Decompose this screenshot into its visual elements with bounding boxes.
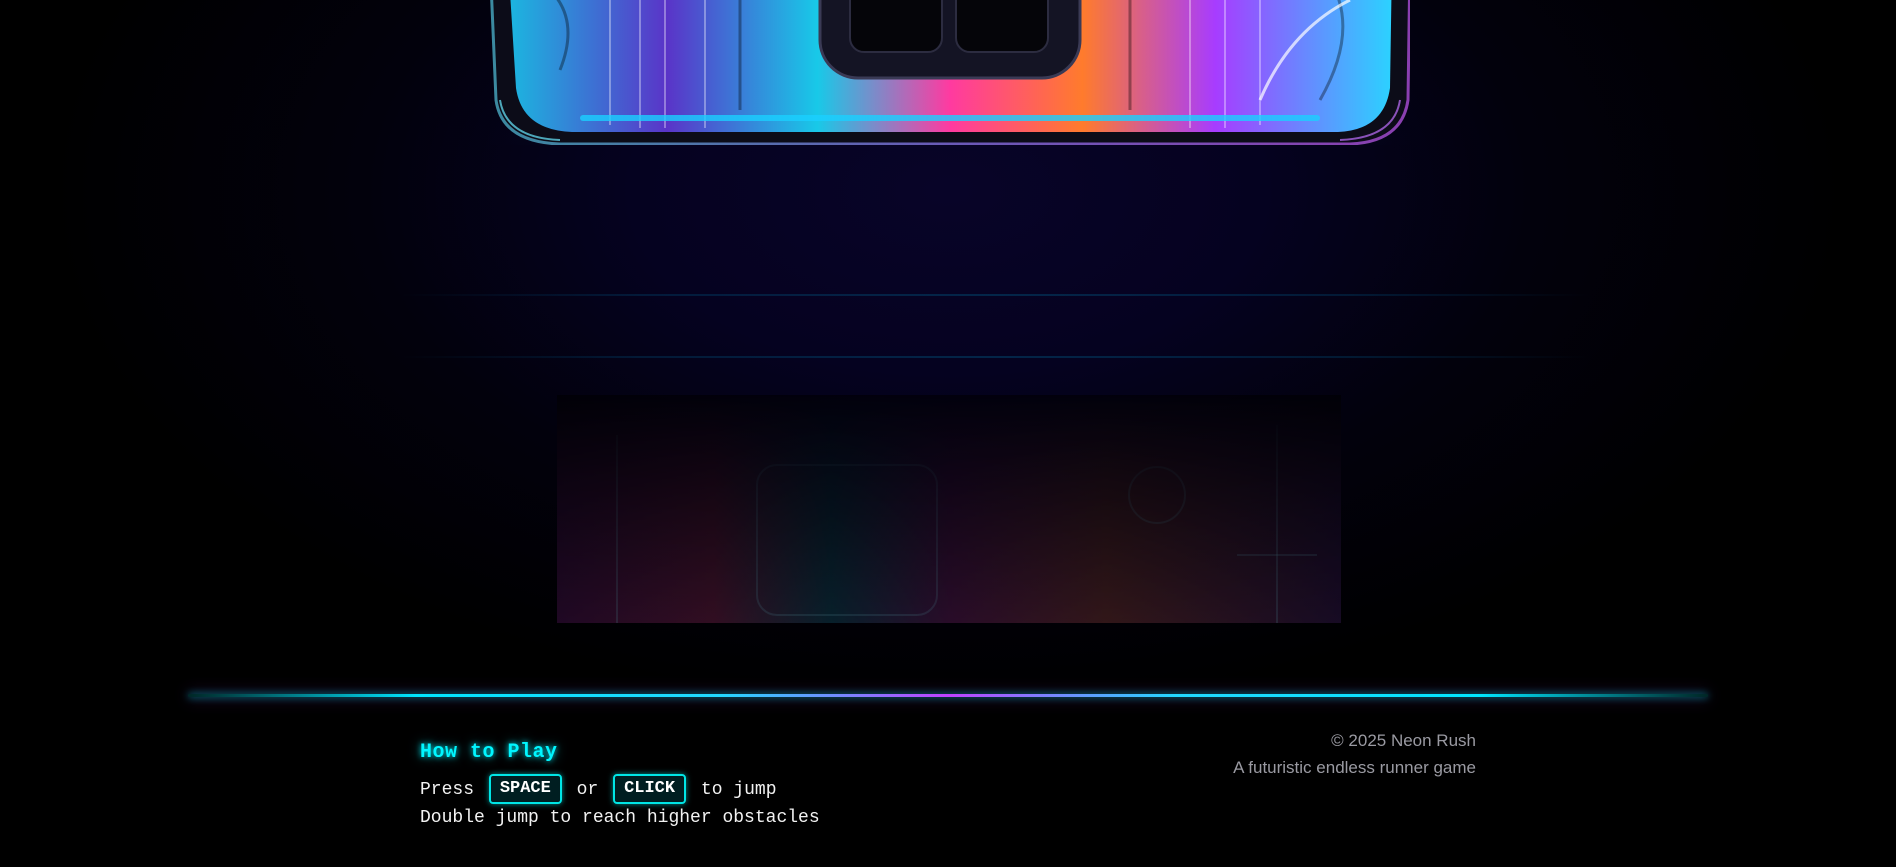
instruction-or: or xyxy=(576,779,599,800)
game-page: How to Play Press SPACE or CLICK to jump… xyxy=(0,0,1896,867)
neon-console-art-icon xyxy=(490,0,1410,145)
how-to-play-section: How to Play Press SPACE or CLICK to jump… xyxy=(420,741,820,832)
jump-instruction: Press SPACE or CLICK to jump xyxy=(420,774,820,804)
footer-credits: © 2025 Neon Rush A futuristic endless ru… xyxy=(1233,727,1476,781)
how-to-play-title: How to Play xyxy=(420,741,558,764)
click-key-badge: CLICK xyxy=(613,774,687,804)
horizon-glow-line xyxy=(400,356,1590,358)
console-reflection-icon xyxy=(557,395,1341,623)
double-jump-instruction: Double jump to reach higher obstacles xyxy=(420,808,820,828)
neon-divider xyxy=(188,694,1708,697)
space-key-badge: SPACE xyxy=(488,774,562,804)
copyright-text: © 2025 Neon Rush xyxy=(1331,731,1476,750)
horizon-glow-line xyxy=(400,294,1590,296)
instruction-prefix: Press xyxy=(420,779,475,800)
tagline-text: A futuristic endless runner game xyxy=(1233,758,1476,777)
instruction-suffix: to jump xyxy=(700,779,777,800)
